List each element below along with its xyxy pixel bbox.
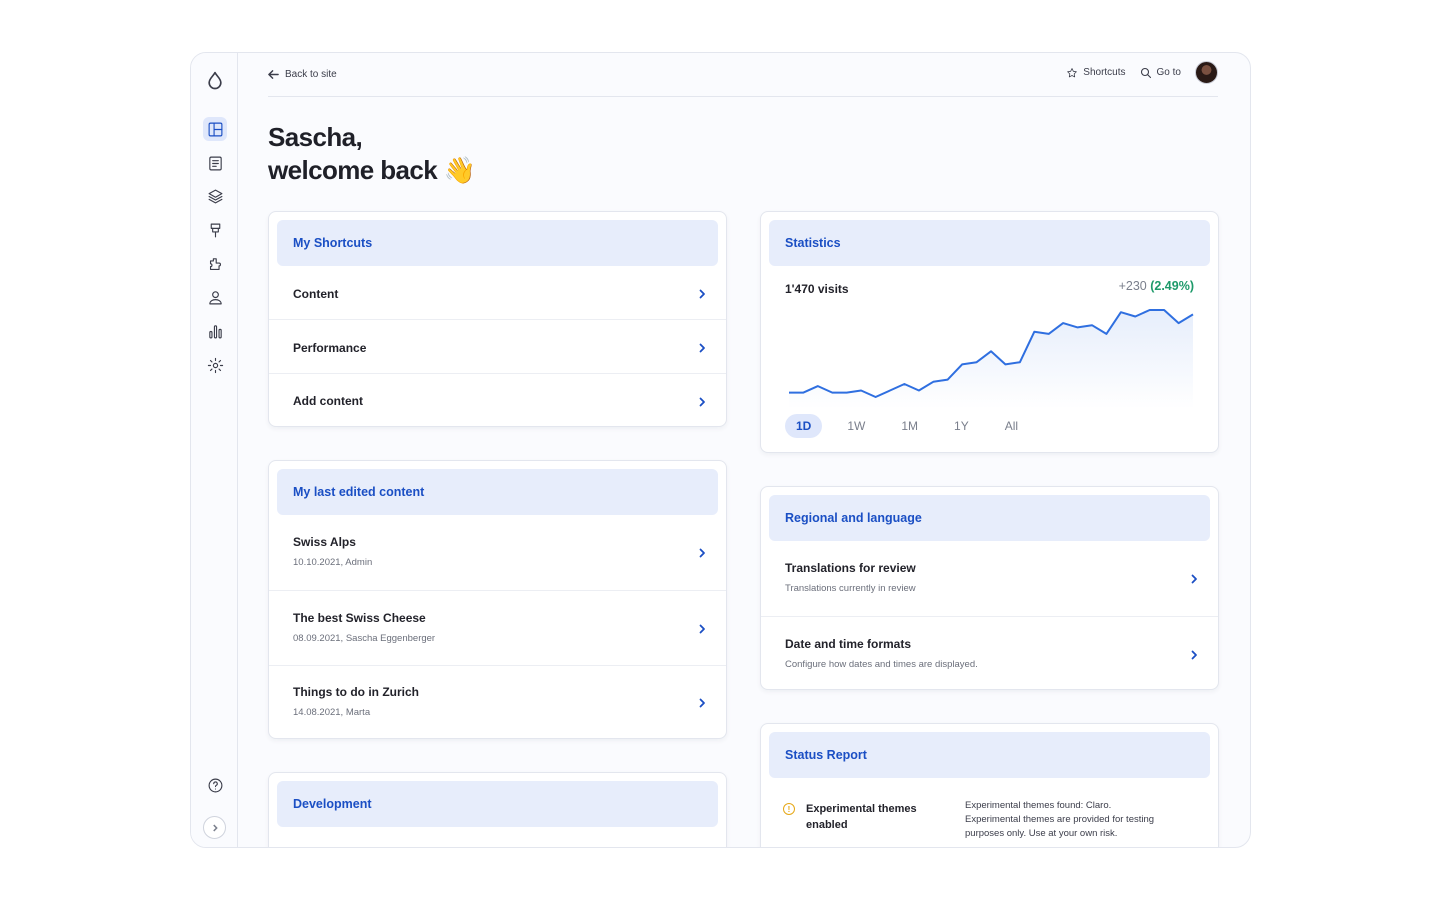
welcome-line-2: welcome back 👋 <box>268 155 476 185</box>
drupal-logo-icon[interactable] <box>203 69 227 93</box>
chevron-right-icon <box>696 696 708 708</box>
content-item[interactable]: Swiss Alps 10.10.2021, Admin <box>269 515 726 590</box>
star-icon <box>1067 67 1078 77</box>
chart-area-fill <box>789 310 1193 409</box>
status-report-card: Status Report ! Experimental themes enab… <box>760 723 1219 847</box>
dashboard-icon[interactable] <box>203 117 227 141</box>
visits-delta-percent: (2.49%) <box>1150 279 1194 293</box>
top-bar-actions: Shortcuts Go to <box>1066 61 1218 84</box>
development-card-title: Development <box>277 781 718 827</box>
chevron-right-icon <box>696 546 708 558</box>
shortcuts-button[interactable]: Shortcuts <box>1066 67 1126 79</box>
chevron-right-icon <box>1188 648 1200 660</box>
content-item-meta: 14.08.2021, Marta <box>293 707 371 718</box>
regional-card-title: Regional and language <box>769 495 1210 541</box>
regional-item-meta: Translations currently in review <box>785 583 916 594</box>
extend-icon[interactable] <box>203 252 227 276</box>
search-icon <box>1140 67 1151 78</box>
tab-1m[interactable]: 1M <box>890 414 929 438</box>
chevron-right-icon <box>212 824 218 831</box>
visits-chart <box>789 309 1194 409</box>
last-edited-card-title: My last edited content <box>277 469 718 515</box>
shortcut-item-label: Content <box>293 287 339 301</box>
shortcut-item[interactable]: Content <box>269 266 726 319</box>
tab-1w[interactable]: 1W <box>836 414 876 438</box>
status-item-title: Experimental themes enabled <box>806 801 917 833</box>
regional-item[interactable]: Date and time formats Configure how date… <box>761 616 1218 689</box>
regional-item[interactable]: Translations for review Translations cur… <box>761 541 1218 616</box>
content-item[interactable]: Things to do in Zurich 14.08.2021, Marta <box>269 665 726 738</box>
shortcut-item-label: Add content <box>293 394 363 408</box>
admin-frame: Back to site Shortcuts Go to Sascha, wel… <box>190 52 1251 848</box>
tab-all[interactable]: All <box>994 414 1029 438</box>
sidebar <box>191 53 238 847</box>
statistics-card: Statistics 1'470 visits +230 (2.49%) 1D … <box>760 211 1219 453</box>
shortcut-item[interactable]: Performance <box>269 319 726 373</box>
shortcuts-card-title: My Shortcuts <box>277 220 718 266</box>
people-icon[interactable] <box>203 285 227 309</box>
content-item-meta: 08.09.2021, Sascha Eggenberger <box>293 633 436 644</box>
user-avatar[interactable] <box>1195 61 1218 84</box>
content-item-title: Things to do in Zurich <box>293 685 419 699</box>
chevron-right-icon <box>696 395 708 407</box>
last-edited-card: My last edited content Swiss Alps 10.10.… <box>268 460 727 739</box>
content-icon[interactable] <box>203 151 227 175</box>
status-desc-line-1: Experimental themes found: Claro. <box>965 800 1112 811</box>
status-desc-line-3: purposes only. Use at your own risk. <box>965 828 1118 839</box>
chevron-right-icon <box>1188 572 1200 584</box>
regional-item-title: Date and time formats <box>785 637 912 651</box>
content-item-meta: 10.10.2021, Admin <box>293 557 373 568</box>
regional-item-title: Translations for review <box>785 561 916 575</box>
shortcut-item-label: Performance <box>293 341 367 355</box>
status-item-title-line-2: enabled <box>806 819 848 831</box>
visits-count: 1'470 visits <box>785 282 849 296</box>
appearance-icon[interactable] <box>203 218 227 242</box>
chevron-right-icon <box>696 622 708 634</box>
structure-icon[interactable] <box>203 184 227 208</box>
content-item-title: Swiss Alps <box>293 535 356 549</box>
tab-1y[interactable]: 1Y <box>943 414 980 438</box>
warning-icon: ! <box>783 803 795 815</box>
goto-button[interactable]: Go to <box>1140 67 1181 79</box>
expand-sidebar-button[interactable] <box>203 816 226 839</box>
chevron-right-icon <box>696 341 708 353</box>
chevron-right-icon <box>696 287 708 299</box>
shortcuts-card: My Shortcuts Content Performance Add con… <box>268 211 727 427</box>
status-item-title-line-1: Experimental themes <box>806 803 917 815</box>
help-icon[interactable] <box>203 773 227 797</box>
top-bar: Back to site Shortcuts Go to <box>268 53 1218 97</box>
arrow-left-icon <box>268 70 279 79</box>
statistics-card-title: Statistics <box>769 220 1210 266</box>
configuration-icon[interactable] <box>203 353 227 377</box>
welcome-line-1: Sascha, <box>268 122 363 152</box>
shortcut-item[interactable]: Add content <box>269 373 726 426</box>
content-item[interactable]: The best Swiss Cheese 08.09.2021, Sascha… <box>269 590 726 665</box>
status-item-description: Experimental themes found: Claro. Experi… <box>965 799 1154 841</box>
tab-1d[interactable]: 1D <box>785 414 823 438</box>
main-content: Back to site Shortcuts Go to Sascha, wel… <box>268 53 1219 847</box>
regional-item-meta: Configure how dates and times are displa… <box>785 659 978 670</box>
visits-delta-value: +230 <box>1118 279 1147 293</box>
goto-label: Go to <box>1156 67 1181 78</box>
status-desc-line-2: Experimental themes are provided for tes… <box>965 814 1155 825</box>
back-to-site-link[interactable]: Back to site <box>268 69 337 80</box>
reports-icon[interactable] <box>203 319 227 343</box>
visits-delta: +230 (2.49%) <box>1119 279 1194 293</box>
content-item-title: The best Swiss Cheese <box>293 611 426 625</box>
development-card: Development <box>268 772 727 847</box>
status-report-card-title: Status Report <box>769 732 1210 778</box>
shortcuts-label: Shortcuts <box>1083 67 1126 78</box>
range-tabs: 1D 1W 1M 1Y All <box>785 414 1029 438</box>
page-title: Sascha, welcome back 👋 <box>268 121 476 187</box>
back-to-site-label: Back to site <box>285 69 337 80</box>
regional-card: Regional and language Translations for r… <box>760 486 1219 690</box>
